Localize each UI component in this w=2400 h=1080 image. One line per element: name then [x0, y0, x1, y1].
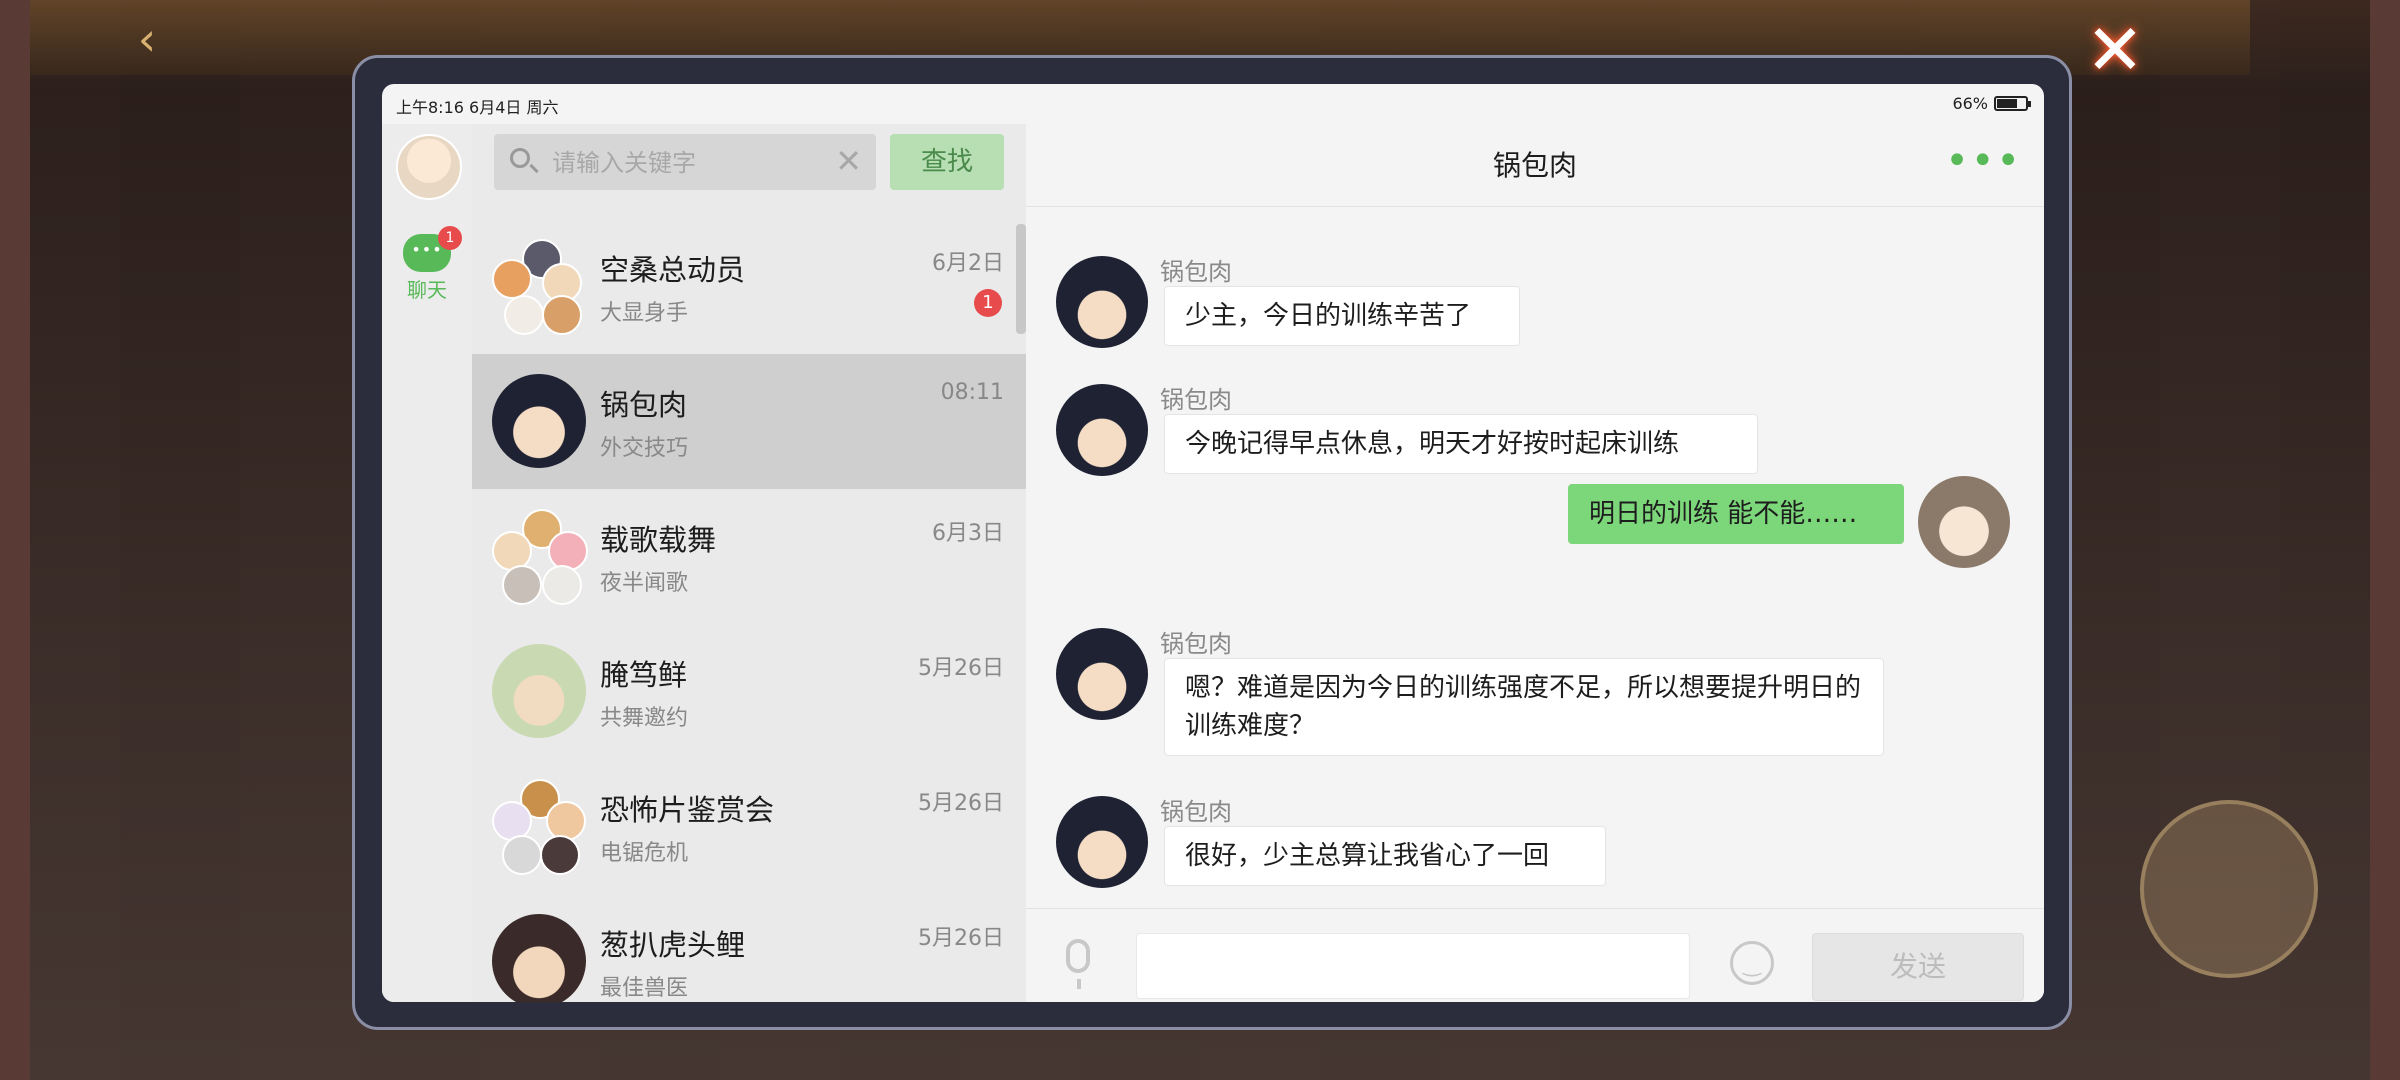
emoji-icon[interactable]	[1730, 941, 1774, 985]
contact-time: 08:11	[940, 380, 1004, 405]
contact-name: 葱扒虎头鲤	[600, 928, 746, 962]
left-rail: 1 聊天	[382, 124, 472, 1002]
contact-time: 6月3日	[932, 521, 1004, 546]
chat-panel: 锅包肉 ••• 锅包肉 少主，今日的训练辛苦了 锅包肉 今晚记得早点休息，明天才…	[1026, 124, 2044, 1002]
contact-name: 载歌载舞	[600, 523, 717, 557]
status-battery: 66%	[1952, 94, 2031, 113]
contact-item[interactable]: 载歌载舞 夜半闻歌 6月3日	[472, 489, 1026, 624]
contact-time: 5月26日	[918, 926, 1004, 951]
status-time-date: 上午8:16 6月4日 周六	[396, 98, 559, 117]
more-icon[interactable]: •••	[1945, 138, 2022, 184]
contact-subtitle: 夜半闻歌	[600, 571, 689, 596]
message-bubble[interactable]: 嗯？难道是因为今日的训练强度不足，所以想要提升明日的训练难度？	[1164, 658, 1884, 756]
chat-header: 锅包肉 •••	[1026, 124, 2044, 207]
contact-subtitle: 大显身手	[600, 301, 689, 326]
list-scrollbar[interactable]	[1016, 224, 1026, 334]
contact-time: 5月26日	[918, 656, 1004, 681]
message-input[interactable]	[1136, 933, 1690, 999]
group-avatar	[492, 239, 586, 335]
contact-avatar	[492, 374, 586, 468]
contact-item[interactable]: 腌笃鲜 共舞邀约 5月26日	[472, 624, 1026, 759]
contact-name: 腌笃鲜	[600, 658, 688, 692]
search-row: ✕ 查找	[472, 124, 1026, 219]
tab-chat[interactable]: 1 聊天	[392, 226, 462, 303]
sender-avatar[interactable]	[1056, 256, 1148, 348]
contact-items: 空桑总动员 大显身手 6月2日 1 锅包肉 外交技巧 08:11 载歌载舞 夜半…	[472, 219, 1026, 1002]
contact-subtitle: 最佳兽医	[600, 976, 689, 1001]
sender-avatar[interactable]	[1056, 384, 1148, 476]
battery-percent: 66%	[1952, 94, 1988, 113]
tab-chat-label: 聊天	[407, 278, 447, 302]
sender-avatar[interactable]	[1056, 628, 1148, 720]
search-box: ✕	[494, 134, 876, 192]
contact-list-panel: ✕ 查找 空桑总动员 大显身手 6月2日 1 锅包肉	[472, 124, 1026, 1002]
contact-subtitle: 外交技巧	[600, 436, 689, 461]
group-avatar	[492, 509, 588, 605]
message-bubble[interactable]: 今晚记得早点休息，明天才好按时起床训练	[1164, 414, 1758, 474]
message-bubble[interactable]: 少主，今日的训练辛苦了	[1164, 286, 1520, 346]
contact-subtitle: 电锯危机	[600, 841, 689, 866]
contact-time: 5月26日	[918, 791, 1004, 816]
search-button[interactable]: 查找	[890, 134, 1004, 190]
contact-item[interactable]: 空桑总动员 大显身手 6月2日 1	[472, 219, 1026, 354]
battery-icon	[1994, 96, 2031, 111]
my-message-avatar[interactable]	[1918, 476, 2010, 568]
chat-unread-badge: 1	[438, 226, 462, 250]
message-row-me: 明日的训练 能不能……	[1568, 476, 2028, 576]
mic-icon[interactable]	[1066, 939, 1090, 989]
sender-name: 锅包肉	[1160, 798, 1232, 826]
back-arrow-icon[interactable]: ‹	[122, 14, 172, 64]
clear-icon[interactable]: ✕	[835, 142, 862, 180]
contact-avatar	[492, 914, 586, 1002]
search-icon	[510, 148, 530, 168]
search-input[interactable]	[550, 134, 824, 192]
composer-bar: 发送	[1026, 908, 2044, 1002]
message-bubble[interactable]: 很好，少主总算让我省心了一回	[1164, 826, 1606, 886]
unread-badge: 1	[974, 289, 1002, 317]
contact-item[interactable]: 葱扒虎头鲤 最佳兽医 5月26日	[472, 894, 1026, 1002]
sender-name: 锅包肉	[1160, 386, 1232, 414]
contact-time: 6月2日	[932, 251, 1004, 276]
sender-avatar[interactable]	[1056, 796, 1148, 888]
contact-name: 恐怖片鉴赏会	[600, 793, 775, 827]
sender-name: 锅包肉	[1160, 258, 1232, 286]
phone-screen: 上午8:16 6月4日 周六 66% 1 聊天 ✕ 查找	[382, 84, 2044, 1002]
backdrop-left-edge	[0, 0, 30, 1080]
contact-item[interactable]: 锅包肉 外交技巧 08:11	[472, 354, 1026, 489]
contact-subtitle: 共舞邀约	[600, 706, 689, 731]
contact-avatar	[492, 644, 586, 738]
contact-item[interactable]: 恐怖片鉴赏会 电锯危机 5月26日	[472, 759, 1026, 894]
contact-name: 空桑总动员	[600, 253, 746, 287]
mirror-icon[interactable]	[2140, 800, 2318, 978]
my-avatar[interactable]	[396, 134, 462, 200]
message-bubble[interactable]: 明日的训练 能不能……	[1568, 484, 1904, 544]
backdrop-right-edge	[2370, 0, 2400, 1080]
chat-title: 锅包肉	[1492, 149, 1577, 182]
status-bar: 上午8:16 6月4日 周六 66%	[382, 84, 2044, 124]
send-button[interactable]: 发送	[1812, 933, 2024, 1001]
contact-name: 锅包肉	[600, 388, 688, 422]
close-icon[interactable]: ✕	[2085, 15, 2145, 85]
group-avatar	[492, 779, 586, 875]
sender-name: 锅包肉	[1160, 630, 1232, 658]
